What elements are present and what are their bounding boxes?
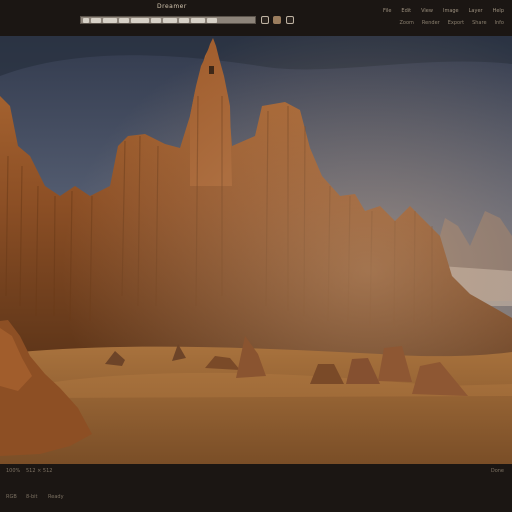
status-ready: Ready	[48, 494, 64, 500]
status-zoom: 100%	[6, 468, 21, 474]
palette-icon[interactable]	[273, 16, 281, 24]
window-title: Dreamer	[157, 3, 187, 10]
desert-castle-scene	[0, 36, 512, 464]
menu2-item-info[interactable]: Info	[495, 20, 504, 26]
menu2-item-zoom[interactable]: Zoom	[399, 20, 413, 26]
tool-strip	[80, 16, 256, 24]
tool-button-10[interactable]	[207, 17, 217, 23]
top-toolbar: Dreamer File Edit View Image Layer Help …	[0, 0, 512, 36]
refresh-icon[interactable]	[286, 16, 294, 24]
status-depth: 8-bit	[26, 494, 38, 500]
menu-item-help[interactable]: Help	[493, 8, 504, 14]
menu2-item-render[interactable]: Render	[422, 20, 440, 26]
tool-button-8[interactable]	[179, 17, 189, 23]
menu-item-image[interactable]: Image	[443, 8, 459, 14]
tool-button-7[interactable]	[163, 17, 177, 23]
tool-button-1[interactable]	[83, 17, 89, 23]
status-bar: 100% 512 × 512 RGB 8-bit Ready Done	[0, 464, 512, 512]
menu-item-file[interactable]: File	[383, 8, 391, 14]
status-mode: RGB	[6, 494, 17, 500]
status-right: Done	[490, 468, 504, 474]
menu-top: File Edit View Image Layer Help	[383, 8, 504, 14]
tool-button-3[interactable]	[103, 17, 117, 23]
status-size: 512 × 512	[26, 468, 53, 474]
image-viewport[interactable]	[0, 36, 512, 464]
menu-item-view[interactable]: View	[421, 8, 433, 14]
menu-item-layer[interactable]: Layer	[469, 8, 483, 14]
tool-button-2[interactable]	[91, 17, 101, 23]
gear-icon[interactable]	[261, 16, 269, 24]
menu2-item-export[interactable]: Export	[448, 20, 464, 26]
tool-button-4[interactable]	[119, 17, 129, 23]
tool-button-9[interactable]	[191, 17, 205, 23]
tool-button-5[interactable]	[131, 17, 149, 23]
menu-item-edit[interactable]: Edit	[401, 8, 411, 14]
menu2-item-share[interactable]: Share	[472, 20, 486, 26]
tool-button-6[interactable]	[151, 17, 161, 23]
menu-secondary: Zoom Render Export Share Info	[399, 20, 504, 26]
